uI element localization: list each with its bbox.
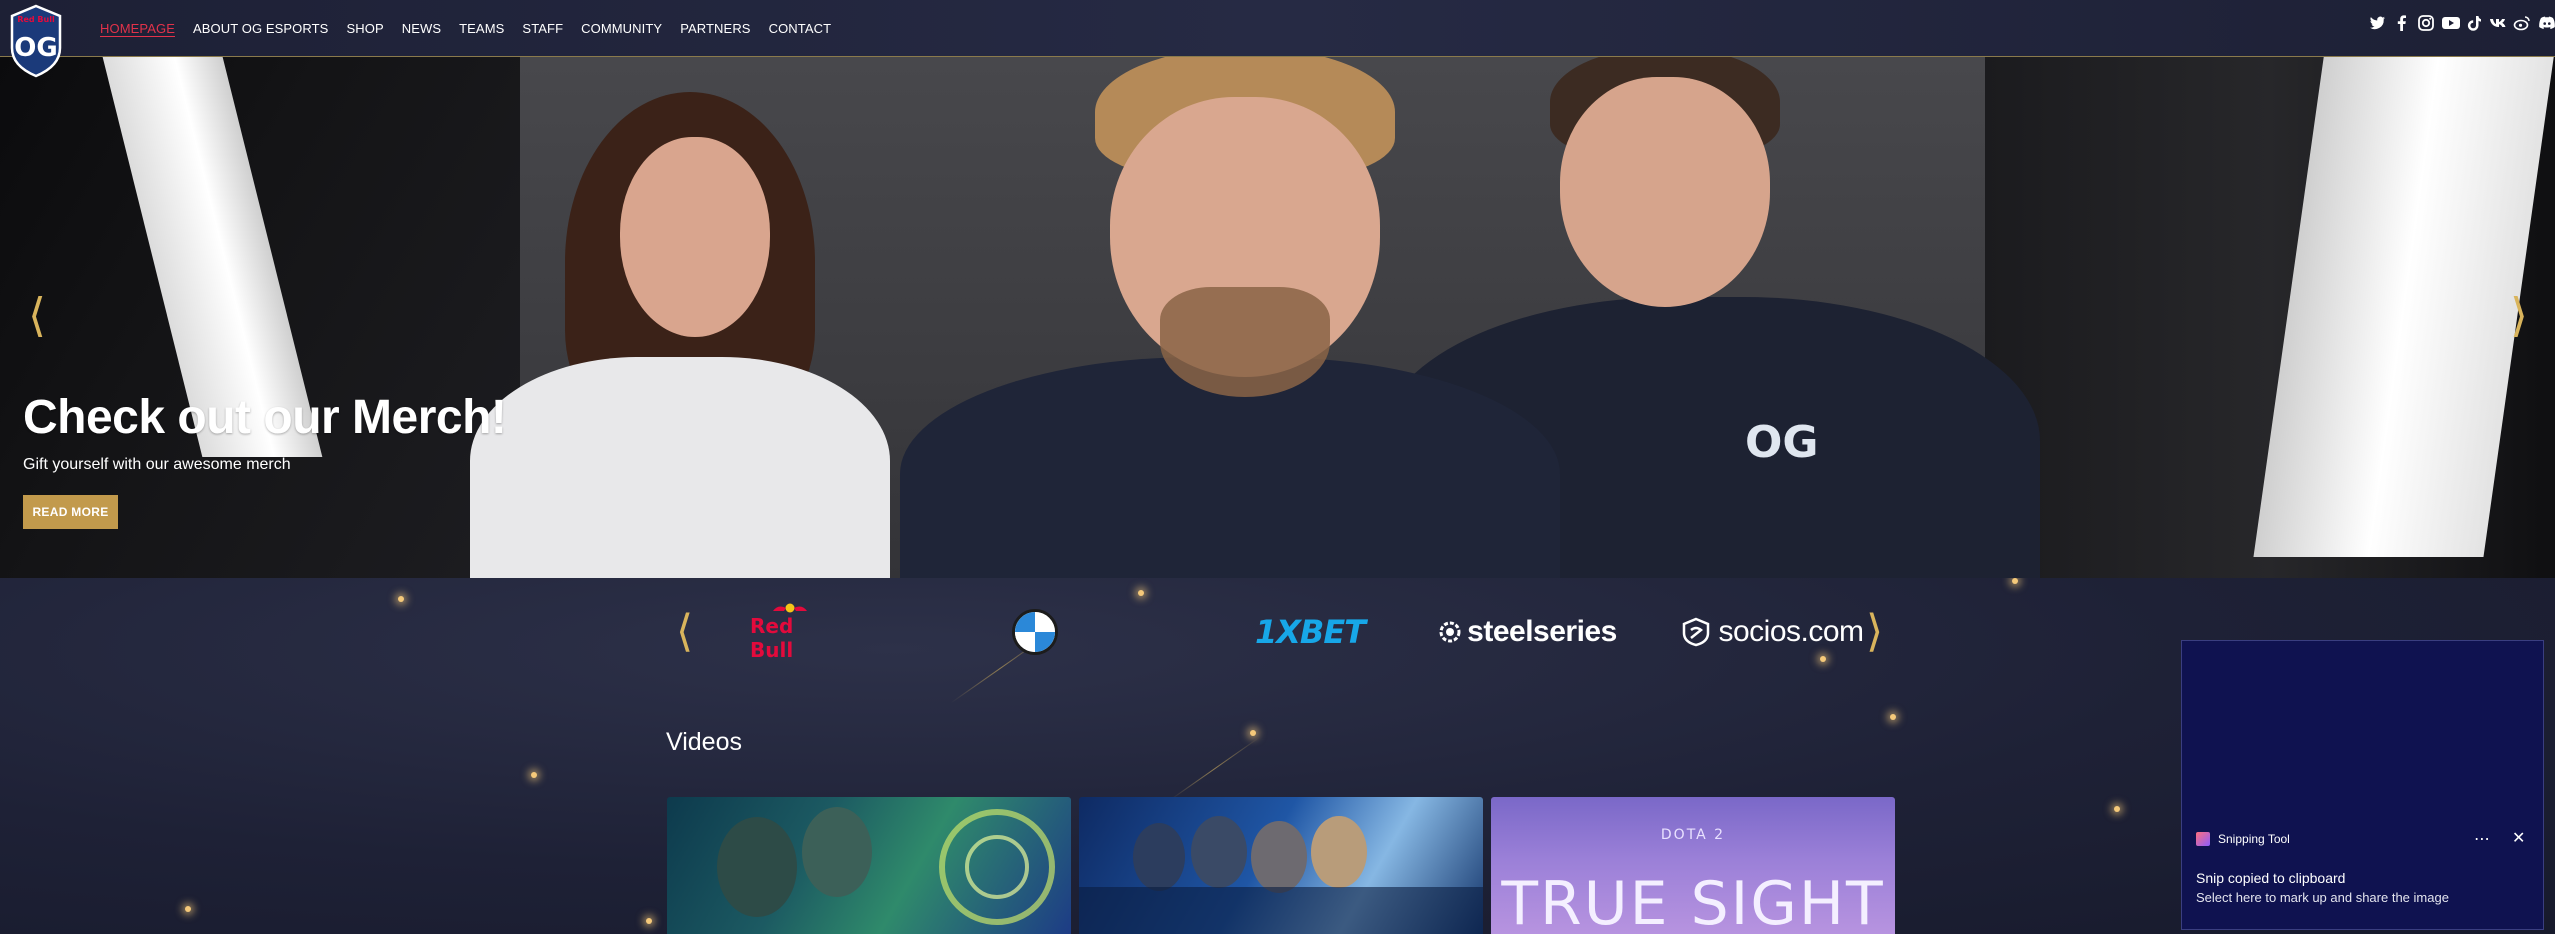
hero-subtitle: Gift yourself with our awesome merch [23,456,291,473]
model-1-face [620,137,770,337]
redbull-logo[interactable]: Red Bull [748,602,832,662]
top-navigation-bar: Red Bull OG HOMEPAGE ABOUT OG ESPORTS SH… [0,0,2555,78]
video-thumbnail-2 [1079,816,1483,934]
sparkle-decoration [2114,806,2120,812]
sparkle-decoration [2012,578,2018,584]
toast-message: Snip copied to clipboard [2196,870,2346,886]
bmw-logo[interactable] [1010,602,1060,662]
nav-news[interactable]: NEWS [402,21,441,36]
hero-title: Check out our Merch! [23,391,507,444]
main-menu: HOMEPAGE ABOUT OG ESPORTS SHOP NEWS TEAM… [100,0,849,57]
snipping-tool-notification[interactable]: Snipping Tool ⋯ ✕ Snip copied to clipboa… [2181,640,2544,930]
hero-carousel: OG ⟨ ⟩ Check out our Merch! Gift yoursel… [0,57,2555,578]
socios-logo[interactable]: socios.com [1673,602,1873,662]
nav-teams[interactable]: TEAMS [459,21,504,36]
redbull-bulls-icon [773,603,807,613]
sponsor-prev-arrow-icon[interactable]: ⟨ [676,602,693,662]
more-options-icon[interactable]: ⋯ [2474,829,2490,849]
social-links [2369,14,2555,32]
sparkle-decoration [1138,590,1144,596]
model-1-shirt [470,357,890,578]
svg-text:Red Bull: Red Bull [17,15,55,24]
jacket-og-logo: OG [1745,417,1819,468]
steelseries-gear-icon [1439,621,1461,643]
read-more-button[interactable]: READ MORE [23,495,118,529]
weibo-icon[interactable] [2513,14,2531,32]
og-logo[interactable]: Red Bull OG [8,4,64,78]
sparkle-decoration [185,906,191,912]
nav-partners[interactable]: PARTNERS [680,21,750,36]
toast-header: Snipping Tool [2196,832,2290,846]
video-card-1[interactable] [667,797,1071,934]
videos-heading: Videos [666,728,742,756]
toast-subtext: Select here to mark up and share the ima… [2196,890,2449,905]
sparkle-decoration [1890,714,1896,720]
decorative-line [1169,736,1261,801]
sparkle-decoration [531,772,537,778]
snipping-tool-icon [2196,832,2210,846]
sparkle-decoration [1250,730,1256,736]
1xbet-logo[interactable]: 1XBET [1225,602,1395,662]
hero-prev-arrow-icon[interactable]: ⟨ [28,292,52,338]
toast-app-name: Snipping Tool [2218,832,2290,846]
sparkle-decoration [646,918,652,924]
bmw-roundel-icon [1012,609,1058,655]
svg-text:OG: OG [14,33,57,63]
sponsor-carousel: ⟨ Red Bull 1XBET steelseries socios.com … [0,602,2555,662]
twitter-icon[interactable] [2369,14,2387,32]
nav-contact[interactable]: CONTACT [769,21,832,36]
tiktok-icon[interactable] [2465,14,2483,32]
nav-community[interactable]: COMMUNITY [581,21,662,36]
nav-homepage[interactable]: HOMEPAGE [100,21,175,36]
instagram-icon[interactable] [2417,14,2435,32]
model-3-face [1560,77,1770,307]
vk-icon[interactable] [2489,14,2507,32]
video-card-2[interactable] [1079,797,1483,934]
video-card-3[interactable]: DOTA 2 TRUE SIGHT [1491,797,1895,934]
close-icon[interactable]: ✕ [2512,828,2525,848]
sponsor-next-arrow-icon[interactable]: ⟩ [1866,602,1883,662]
facebook-icon[interactable] [2393,14,2411,32]
nav-staff[interactable]: STAFF [522,21,563,36]
video-3-title: TRUE SIGHT [1501,869,1885,934]
video-thumbnail-1 [717,807,1055,925]
socios-shield-icon [1683,617,1710,647]
steelseries-logo[interactable]: steelseries [1427,602,1627,662]
youtube-icon[interactable] [2441,14,2460,32]
hero-next-arrow-icon[interactable]: ⟩ [2510,292,2534,338]
nav-about-og-esports[interactable]: ABOUT OG ESPORTS [193,21,329,36]
video-3-header: DOTA 2 [1660,827,1726,843]
model-2-beard [1160,287,1330,397]
partners-and-videos-section: ⟨ Red Bull 1XBET steelseries socios.com … [0,578,2555,934]
discord-icon[interactable] [2537,14,2555,32]
nav-shop[interactable]: SHOP [346,21,383,36]
